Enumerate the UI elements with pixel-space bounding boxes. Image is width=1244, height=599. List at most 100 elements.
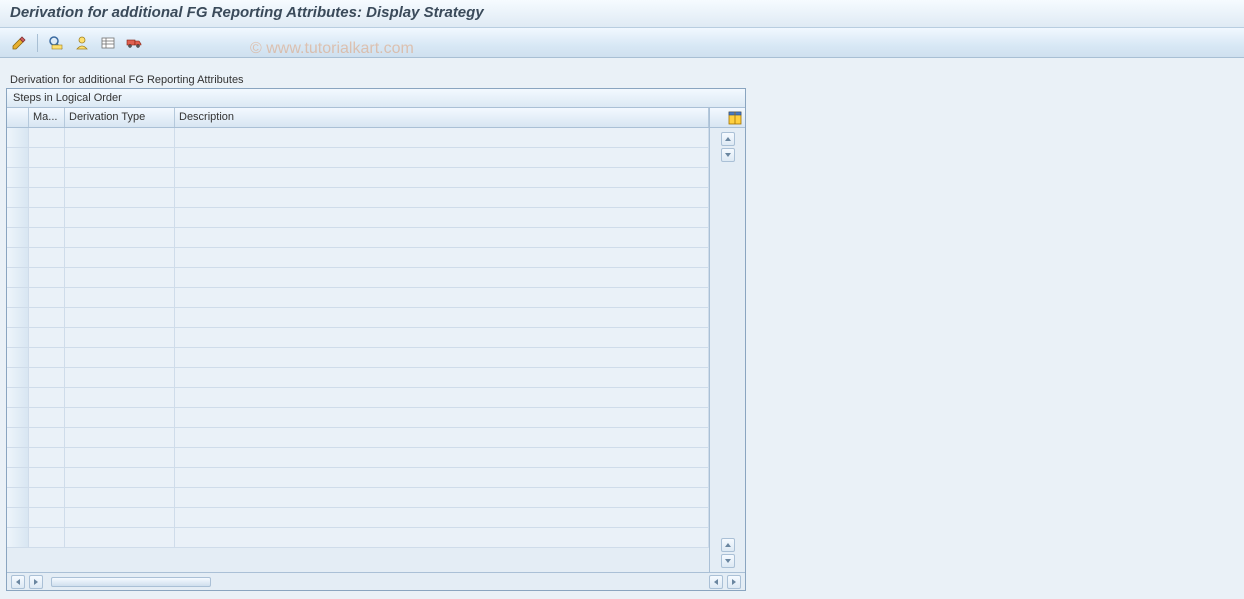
cell-ma[interactable] xyxy=(29,188,65,207)
cell-desc[interactable] xyxy=(175,288,709,307)
table-row[interactable] xyxy=(7,408,709,428)
row-selector[interactable] xyxy=(7,528,29,547)
cell-ma[interactable] xyxy=(29,408,65,427)
table-row[interactable] xyxy=(7,268,709,288)
cell-type[interactable] xyxy=(65,488,175,507)
cell-desc[interactable] xyxy=(175,488,709,507)
cell-desc[interactable] xyxy=(175,248,709,267)
row-selector[interactable] xyxy=(7,228,29,247)
cell-desc[interactable] xyxy=(175,528,709,547)
hscroll-thumb[interactable] xyxy=(51,577,211,587)
overview-button[interactable] xyxy=(71,32,93,54)
col-header-ma[interactable]: Ma... xyxy=(29,108,65,127)
scroll-left-button-right[interactable] xyxy=(709,575,723,589)
row-selector[interactable] xyxy=(7,488,29,507)
row-selector[interactable] xyxy=(7,468,29,487)
edit-button[interactable] xyxy=(8,32,30,54)
table-row[interactable] xyxy=(7,528,709,548)
entries-button[interactable] xyxy=(97,32,119,54)
cell-desc[interactable] xyxy=(175,268,709,287)
cell-ma[interactable] xyxy=(29,508,65,527)
col-header-type[interactable]: Derivation Type xyxy=(65,108,175,127)
table-row[interactable] xyxy=(7,128,709,148)
scroll-up-button[interactable] xyxy=(721,132,735,146)
cell-ma[interactable] xyxy=(29,468,65,487)
scroll-down-button-bottom[interactable] xyxy=(721,554,735,568)
col-header-selector[interactable] xyxy=(7,108,29,127)
cell-type[interactable] xyxy=(65,448,175,467)
table-row[interactable] xyxy=(7,468,709,488)
cell-desc[interactable] xyxy=(175,348,709,367)
cell-type[interactable] xyxy=(65,528,175,547)
row-selector[interactable] xyxy=(7,388,29,407)
cell-type[interactable] xyxy=(65,348,175,367)
row-selector[interactable] xyxy=(7,408,29,427)
row-selector[interactable] xyxy=(7,308,29,327)
cell-desc[interactable] xyxy=(175,168,709,187)
cell-ma[interactable] xyxy=(29,248,65,267)
cell-type[interactable] xyxy=(65,208,175,227)
cell-ma[interactable] xyxy=(29,328,65,347)
cell-ma[interactable] xyxy=(29,268,65,287)
cell-desc[interactable] xyxy=(175,408,709,427)
scroll-left-button[interactable] xyxy=(11,575,25,589)
row-selector[interactable] xyxy=(7,188,29,207)
cell-type[interactable] xyxy=(65,328,175,347)
cell-ma[interactable] xyxy=(29,388,65,407)
cell-desc[interactable] xyxy=(175,208,709,227)
row-selector[interactable] xyxy=(7,208,29,227)
table-row[interactable] xyxy=(7,448,709,468)
cell-type[interactable] xyxy=(65,368,175,387)
row-selector[interactable] xyxy=(7,268,29,287)
cell-desc[interactable] xyxy=(175,388,709,407)
table-row[interactable] xyxy=(7,148,709,168)
table-row[interactable] xyxy=(7,488,709,508)
cell-ma[interactable] xyxy=(29,148,65,167)
cell-type[interactable] xyxy=(65,428,175,447)
row-selector[interactable] xyxy=(7,168,29,187)
table-row[interactable] xyxy=(7,388,709,408)
transport-button[interactable] xyxy=(123,32,145,54)
cell-ma[interactable] xyxy=(29,368,65,387)
cell-desc[interactable] xyxy=(175,328,709,347)
cell-desc[interactable] xyxy=(175,308,709,327)
cell-ma[interactable] xyxy=(29,168,65,187)
row-selector[interactable] xyxy=(7,248,29,267)
table-row[interactable] xyxy=(7,188,709,208)
cell-type[interactable] xyxy=(65,508,175,527)
cell-ma[interactable] xyxy=(29,228,65,247)
cell-type[interactable] xyxy=(65,408,175,427)
row-selector[interactable] xyxy=(7,508,29,527)
vertical-scrollbar[interactable] xyxy=(710,128,745,572)
detail-button[interactable] xyxy=(45,32,67,54)
table-row[interactable] xyxy=(7,428,709,448)
row-selector[interactable] xyxy=(7,328,29,347)
table-row[interactable] xyxy=(7,228,709,248)
cell-type[interactable] xyxy=(65,188,175,207)
table-row[interactable] xyxy=(7,288,709,308)
table-row[interactable] xyxy=(7,328,709,348)
cell-ma[interactable] xyxy=(29,348,65,367)
cell-ma[interactable] xyxy=(29,208,65,227)
cell-desc[interactable] xyxy=(175,428,709,447)
table-row[interactable] xyxy=(7,208,709,228)
scroll-down-button[interactable] xyxy=(721,148,735,162)
cell-type[interactable] xyxy=(65,468,175,487)
table-row[interactable] xyxy=(7,308,709,328)
cell-ma[interactable] xyxy=(29,288,65,307)
cell-desc[interactable] xyxy=(175,468,709,487)
cell-ma[interactable] xyxy=(29,528,65,547)
col-header-desc[interactable]: Description xyxy=(175,108,709,127)
row-selector[interactable] xyxy=(7,368,29,387)
cell-ma[interactable] xyxy=(29,488,65,507)
table-row[interactable] xyxy=(7,368,709,388)
cell-type[interactable] xyxy=(65,228,175,247)
configure-columns-button[interactable] xyxy=(727,110,743,126)
scroll-up-button-bottom[interactable] xyxy=(721,538,735,552)
cell-desc[interactable] xyxy=(175,508,709,527)
cell-type[interactable] xyxy=(65,168,175,187)
table-row[interactable] xyxy=(7,248,709,268)
cell-ma[interactable] xyxy=(29,308,65,327)
table-row[interactable] xyxy=(7,508,709,528)
row-selector[interactable] xyxy=(7,428,29,447)
